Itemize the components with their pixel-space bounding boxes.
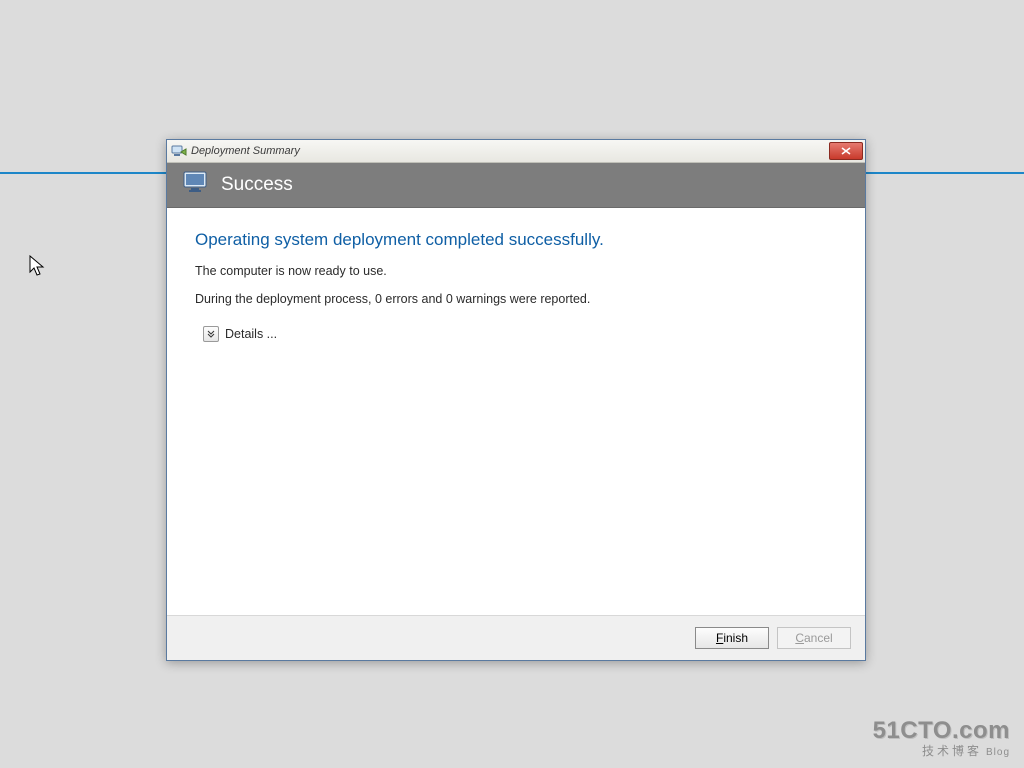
- details-toggle[interactable]: Details ...: [203, 326, 837, 342]
- cancel-button: Cancel: [777, 627, 851, 649]
- finish-button[interactable]: Finish: [695, 627, 769, 649]
- cursor-icon: [29, 255, 47, 284]
- titlebar[interactable]: Deployment Summary: [167, 140, 865, 163]
- finish-label-rest: inish: [723, 631, 748, 645]
- window-title: Deployment Summary: [191, 145, 300, 157]
- banner: Success: [167, 163, 865, 208]
- footer: Finish Cancel: [167, 615, 865, 660]
- app-icon: [171, 143, 187, 159]
- deployment-summary-window: Deployment Summary Success Operating sys: [166, 139, 866, 661]
- report-text: During the deployment process, 0 errors …: [195, 292, 837, 306]
- cancel-label-rest: ancel: [804, 631, 833, 645]
- content-area: Operating system deployment completed su…: [167, 208, 865, 615]
- watermark: 51CTO.com 技术博客Blog: [873, 718, 1010, 758]
- monitor-icon: [183, 170, 209, 200]
- ready-text: The computer is now ready to use.: [195, 264, 837, 278]
- banner-text: Success: [221, 174, 293, 196]
- chevron-down-icon: [203, 326, 219, 342]
- watermark-line1: 51CTO.com: [873, 718, 1010, 744]
- headline: Operating system deployment completed su…: [195, 230, 837, 250]
- details-label: Details ...: [225, 327, 277, 341]
- desktop: Microsoft Deployment Toolkit Deployment …: [0, 0, 1024, 768]
- watermark-line2: 技术博客Blog: [873, 745, 1010, 758]
- close-button[interactable]: [829, 142, 863, 160]
